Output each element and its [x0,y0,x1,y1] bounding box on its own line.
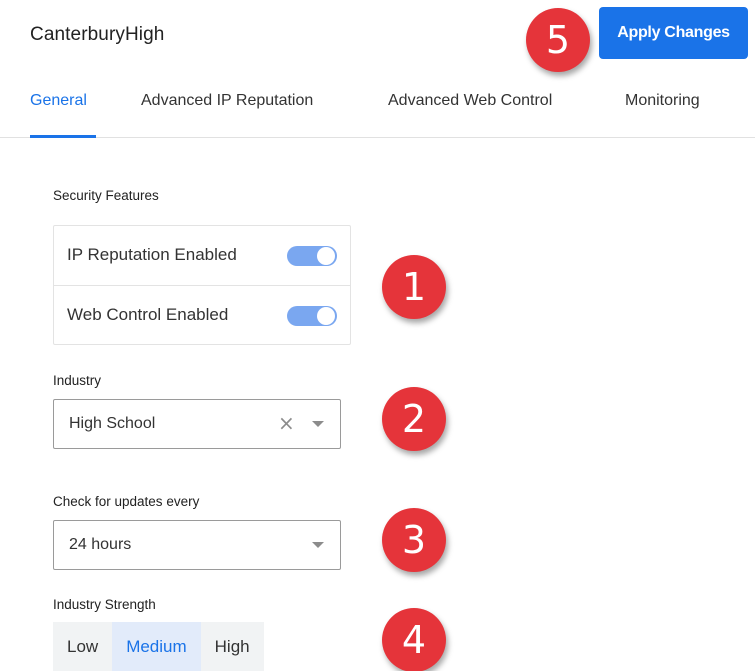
update-interval-select[interactable]: 24 hours [53,520,341,570]
industry-strength-selector: Low Medium High [53,622,264,671]
chevron-down-icon[interactable] [312,542,324,548]
tab-bar: General Advanced IP Reputation Advanced … [0,72,755,138]
security-features-panel: IP Reputation Enabled Web Control Enable… [53,225,351,345]
industry-select-value: High School [69,415,156,432]
web-control-row: Web Control Enabled [54,285,350,344]
active-tab-indicator [30,135,96,138]
tab-advanced-web-control[interactable]: Advanced Web Control [388,92,552,110]
clear-icon[interactable]: × [278,411,295,435]
callout-badge-2: 2 [382,387,446,451]
strength-medium-option[interactable]: Medium [112,622,201,671]
app-title: CanterburyHigh [30,24,165,45]
tab-advanced-ip-reputation[interactable]: Advanced IP Reputation [141,92,313,110]
callout-badge-3: 3 [382,508,446,572]
ip-reputation-label: IP Reputation Enabled [67,245,237,264]
strength-low-option[interactable]: Low [53,622,113,671]
apply-changes-button[interactable]: Apply Changes [599,7,748,59]
callout-badge-4: 4 [382,608,446,671]
ip-reputation-toggle[interactable] [287,246,337,266]
toggle-knob [317,247,335,265]
update-interval-value: 24 hours [69,536,132,553]
chevron-down-icon[interactable] [312,421,324,427]
update-interval-label: Check for updates every [53,494,200,509]
strength-high-option[interactable]: High [200,622,264,671]
callout-badge-5: 5 [526,8,590,72]
web-control-label: Web Control Enabled [67,305,229,324]
industry-strength-label: Industry Strength [53,597,156,612]
web-control-toggle[interactable] [287,306,337,326]
tab-monitoring[interactable]: Monitoring [625,92,700,110]
security-features-label: Security Features [53,188,159,203]
callout-badge-1: 1 [382,255,446,319]
industry-label: Industry [53,373,102,388]
tab-general[interactable]: General [30,92,87,110]
industry-select[interactable]: High School × [53,399,341,449]
toggle-knob [317,307,335,325]
ip-reputation-row: IP Reputation Enabled [54,226,350,285]
